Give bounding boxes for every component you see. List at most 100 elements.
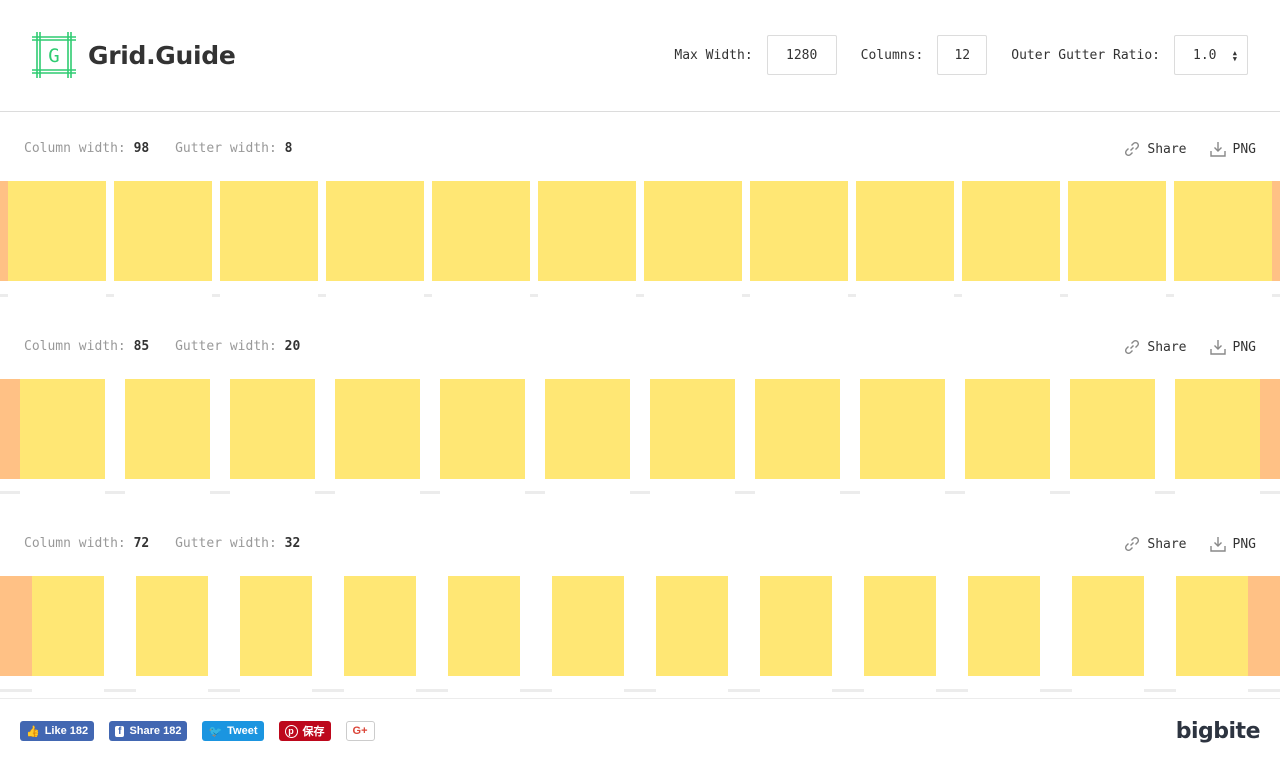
ruler-segment (840, 491, 860, 494)
png-download-button[interactable]: PNG (1209, 140, 1256, 158)
google-plus-button[interactable]: G+ (345, 721, 375, 741)
logo-text: Grid.Guide (88, 40, 236, 70)
ruler-segment (105, 491, 125, 494)
grid-actions: Share PNG (1101, 338, 1256, 356)
png-download-button[interactable]: PNG (1209, 535, 1256, 553)
grid-column (230, 379, 315, 479)
grid-column (1070, 379, 1155, 479)
column-width-value: 98 (133, 141, 150, 156)
grid-column (20, 379, 105, 479)
grid-preview (0, 379, 1280, 479)
grid-column (1072, 576, 1144, 676)
ruler-segment (0, 294, 8, 297)
ruler-segment (315, 491, 335, 494)
grid-column (755, 379, 840, 479)
gutter-width-label: Gutter width: (175, 141, 277, 156)
column-width-label: Column width: (24, 141, 126, 156)
grid-column (335, 379, 420, 479)
select-arrows-icon: ▲ ▼ (1232, 49, 1237, 63)
pinterest-save-button[interactable]: p 保存 (278, 721, 331, 741)
grid-info: Column width: 85 Gutter width: 20 (24, 339, 300, 354)
facebook-icon: f (115, 725, 125, 737)
ratio-select-value: 1.0 (1193, 47, 1217, 63)
ruler-segment (424, 294, 432, 297)
ruler-segment (1144, 689, 1176, 692)
ruler-segment (210, 491, 230, 494)
grid-controls: Max Width: 1280 Columns: 12 Outer Gutter… (674, 35, 1248, 75)
social-buttons: 👍 Like 182 f Share 182 🐦 Tweet p 保存 G+ (20, 721, 390, 741)
ratio-select[interactable]: 1.0 ▲ ▼ (1174, 35, 1248, 75)
ruler-segment (954, 294, 962, 297)
ruler-segment (520, 689, 552, 692)
ruler-segment (1248, 689, 1280, 692)
facebook-like-button[interactable]: 👍 Like 182 (20, 721, 95, 741)
ruler-segment (0, 689, 32, 692)
grid-column (962, 181, 1060, 281)
ruler-segment (312, 689, 344, 692)
bigbite-brand-logo[interactable]: bigbite (1176, 719, 1261, 744)
column-width-value: 85 (133, 339, 150, 354)
grid-logo-icon: G (32, 32, 76, 78)
ruler-segment (525, 491, 545, 494)
ruler-segment (106, 294, 114, 297)
link-icon (1125, 339, 1140, 355)
grid-column (8, 181, 106, 281)
grid-column (1068, 181, 1166, 281)
ruler-segment (1060, 294, 1068, 297)
png-download-button[interactable]: PNG (1209, 338, 1256, 356)
tweet-button[interactable]: 🐦 Tweet (202, 721, 264, 741)
logo[interactable]: G Grid.Guide (32, 32, 236, 78)
grid-ruler (0, 689, 1280, 692)
ruler-segment (936, 689, 968, 692)
share-label: Share (1147, 536, 1187, 552)
outer-gutter-left (0, 379, 20, 479)
ruler-segment (420, 491, 440, 494)
grid-preview (0, 181, 1280, 281)
download-icon (1209, 537, 1226, 552)
ruler-segment (735, 491, 755, 494)
grid-preview (0, 576, 1280, 676)
grid-column (545, 379, 630, 479)
like-label: Like 182 (44, 725, 89, 737)
footer: 👍 Like 182 f Share 182 🐦 Tweet p 保存 G+ b… (0, 698, 1280, 764)
grid-column (965, 379, 1050, 479)
grid-column (860, 379, 945, 479)
grid-column (1176, 576, 1248, 676)
grid-column (656, 576, 728, 676)
columns-label: Columns: (860, 47, 924, 63)
fb-share-label: Share 182 (129, 725, 182, 737)
grid-column (864, 576, 936, 676)
ruler-segment (416, 689, 448, 692)
grid-column (240, 576, 312, 676)
share-button[interactable]: Share (1123, 338, 1187, 356)
facebook-share-button[interactable]: f Share 182 (109, 721, 188, 741)
grid-column (114, 181, 212, 281)
share-button[interactable]: Share (1123, 140, 1187, 158)
ruler-segment (728, 689, 760, 692)
grid-column (644, 181, 742, 281)
max-width-input[interactable]: 1280 (766, 35, 837, 75)
max-width-label: Max Width: (674, 47, 753, 63)
ruler-segment (1040, 689, 1072, 692)
ruler-segment (624, 689, 656, 692)
download-icon (1209, 340, 1226, 355)
column-width-label: Column width: (24, 339, 126, 354)
grid-column (856, 181, 954, 281)
logo-letter: G (48, 45, 59, 67)
columns-input[interactable]: 12 (937, 35, 988, 75)
ruler-segment (104, 689, 136, 692)
pinterest-icon: p (284, 724, 298, 738)
ruler-segment (832, 689, 864, 692)
grid-column (440, 379, 525, 479)
grid-column (650, 379, 735, 479)
gplus-label: G+ (352, 725, 368, 737)
column-width-value: 72 (133, 536, 150, 551)
ruler-segment (848, 294, 856, 297)
tweet-label: Tweet (227, 725, 258, 737)
png-label: PNG (1232, 141, 1256, 157)
grid-column (968, 576, 1040, 676)
png-label: PNG (1232, 339, 1256, 355)
ruler-segment (1050, 491, 1070, 494)
grid-info: Column width: 98 Gutter width: 8 (24, 141, 292, 156)
share-button[interactable]: Share (1123, 535, 1187, 553)
